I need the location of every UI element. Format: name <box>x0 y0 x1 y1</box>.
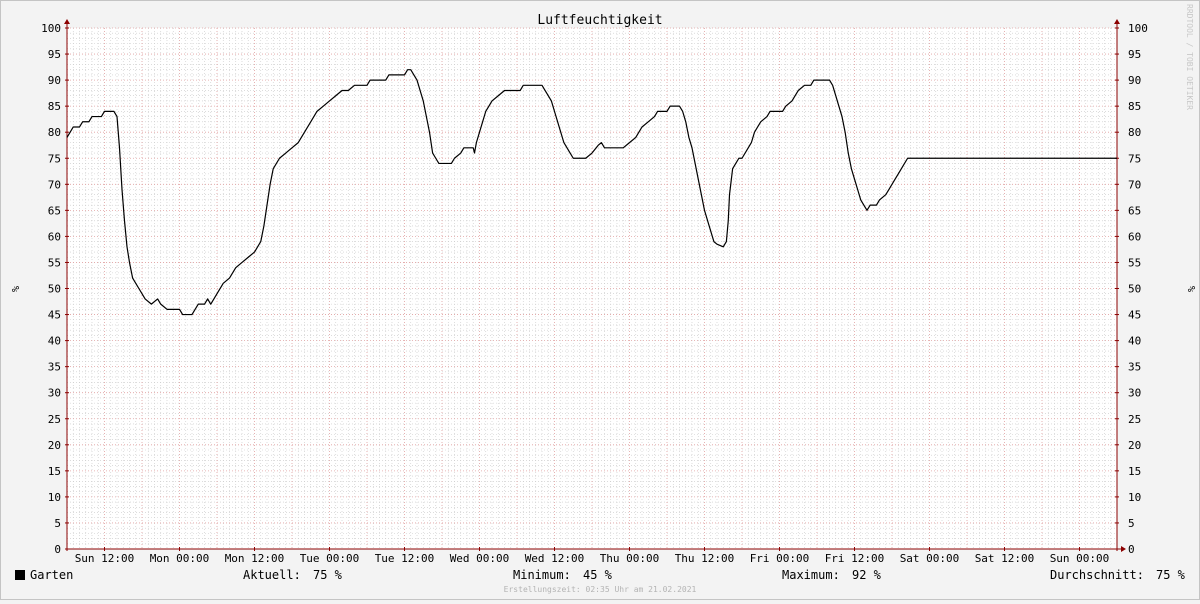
y-tick-label-left: 15 <box>48 465 61 478</box>
x-tick-label: Wed 00:00 <box>450 552 510 565</box>
y-tick-label-right: 95 <box>1128 48 1141 61</box>
y-tick-label-left: 25 <box>48 413 61 426</box>
y-tick-label-left: 10 <box>48 491 61 504</box>
legend-swatch-garten <box>15 570 25 580</box>
legend-label-garten: Garten <box>30 568 73 582</box>
stat-avg-label: Durchschnitt: <box>1050 568 1144 582</box>
stat-current-label: Aktuell: <box>243 568 301 582</box>
y-tick-label-left: 95 <box>48 48 61 61</box>
chart-title: Luftfeuchtigkeit <box>537 13 662 28</box>
x-tick-label: Thu 00:00 <box>600 552 660 565</box>
stat-min-label: Minimum: <box>513 568 571 582</box>
y-tick-label-left: 5 <box>54 517 61 530</box>
y-tick-label-right: 35 <box>1128 361 1141 374</box>
x-tick-label: Sat 12:00 <box>975 552 1035 565</box>
y-tick-labels-left: 0 5 10 15 20 25 30 35 40 45 50 55 60 65 70 75 80 85 90 95 10… <box>41 22 61 556</box>
y-tick-label-left: 70 <box>48 178 61 191</box>
x-tick-label: Tue 12:00 <box>375 552 435 565</box>
x-tick-label: Fri 00:00 <box>750 552 810 565</box>
y-tick-label-right: 5 <box>1128 517 1135 530</box>
y-tick-label-left: 45 <box>48 309 61 322</box>
y-axis-arrow-right <box>1114 19 1120 24</box>
y-tick-label-left: 40 <box>48 335 61 348</box>
y-tick-label-left: 75 <box>48 152 61 165</box>
y-tick-label-right: 30 <box>1128 387 1141 400</box>
x-axis-arrow <box>1121 546 1126 552</box>
x-tick-label: Fri 12:00 <box>825 552 885 565</box>
stat-min-value: 45 % <box>583 568 613 582</box>
y-tick-label-right: 20 <box>1128 439 1141 452</box>
y-tick-label-right: 25 <box>1128 413 1141 426</box>
y-tick-label-left: 85 <box>48 100 61 113</box>
y-tick-label-left: 35 <box>48 361 61 374</box>
y-axis-arrow-left <box>64 19 70 24</box>
stat-current-value: 75 % <box>313 568 343 582</box>
stat-max-label: Maximum: <box>782 568 840 582</box>
y-tick-label-right: 85 <box>1128 100 1141 113</box>
y-tick-label-right: 55 <box>1128 256 1141 269</box>
footer-timestamp: Erstellungszeit: 02:35 Uhr am 21.02.2021 <box>504 585 697 594</box>
y-tick-label-left: 30 <box>48 387 61 400</box>
y-tick-label-left: 20 <box>48 439 61 452</box>
y-tick-label-right: 90 <box>1128 74 1141 87</box>
chart-container: 0 5 10 15 20 25 30 35 40 45 50 55 60 65 70 75 80 85 90 95 10… <box>0 0 1200 600</box>
humidity-chart: 0510152025303540455055606570758085909510… <box>0 0 1200 600</box>
y-tick-label-right: 45 <box>1128 309 1141 322</box>
y-tick-label-left: 0 <box>54 543 61 556</box>
x-tick-label: Sun 12:00 <box>75 552 135 565</box>
x-tick-label: Wed 12:00 <box>525 552 585 565</box>
y-tick-label-right: 100 <box>1128 22 1148 35</box>
y-tick-label-left: 80 <box>48 126 61 139</box>
x-tick-label: Thu 12:00 <box>675 552 735 565</box>
x-tick-label: Tue 00:00 <box>300 552 360 565</box>
y-tick-label-left: 60 <box>48 230 61 243</box>
y-tick-label-right: 0 <box>1128 543 1135 556</box>
y-tick-label-left: 65 <box>48 204 61 217</box>
y-tick-label-right: 40 <box>1128 335 1141 348</box>
x-tick-labels: Sun 12:00 Mon 00:00 Mon 12:00 Tue 00:00 Tue … <box>75 552 1110 565</box>
y-axis-label-left: % <box>9 286 20 292</box>
y-axis-label-right: % <box>1185 286 1196 292</box>
y-tick-label-left: 50 <box>48 283 61 296</box>
x-tick-label: Sun 00:00 <box>1050 552 1110 565</box>
y-tick-label-right: 80 <box>1128 126 1141 139</box>
x-tick-label: Mon 12:00 <box>225 552 285 565</box>
x-tick-label: Sat 00:00 <box>900 552 960 565</box>
y-tick-label-left: 100 <box>41 22 61 35</box>
y-tick-label-left: 55 <box>48 256 61 269</box>
y-tick-label-left: 90 <box>48 74 61 87</box>
y-tick-label-right: 65 <box>1128 204 1141 217</box>
y-tick-label-right: 50 <box>1128 283 1141 296</box>
x-tick-label: Mon 00:00 <box>150 552 210 565</box>
y-tick-label-right: 75 <box>1128 152 1141 165</box>
y-tick-label-right: 10 <box>1128 491 1141 504</box>
y-tick-label-right: 15 <box>1128 465 1141 478</box>
stat-max-value: 92 % <box>852 568 882 582</box>
stat-avg-value: 75 % <box>1156 568 1186 582</box>
y-tick-label-right: 70 <box>1128 178 1141 191</box>
watermark-text: RRDTOOL / TOBI OETIKER <box>1185 4 1194 110</box>
y-tick-label-right: 60 <box>1128 230 1141 243</box>
y-tick-labels-right: 0 5 10 15 20 25 30 35 40 45 50 55 60 65 70 75 80 85 90 95 10… <box>1128 22 1148 556</box>
